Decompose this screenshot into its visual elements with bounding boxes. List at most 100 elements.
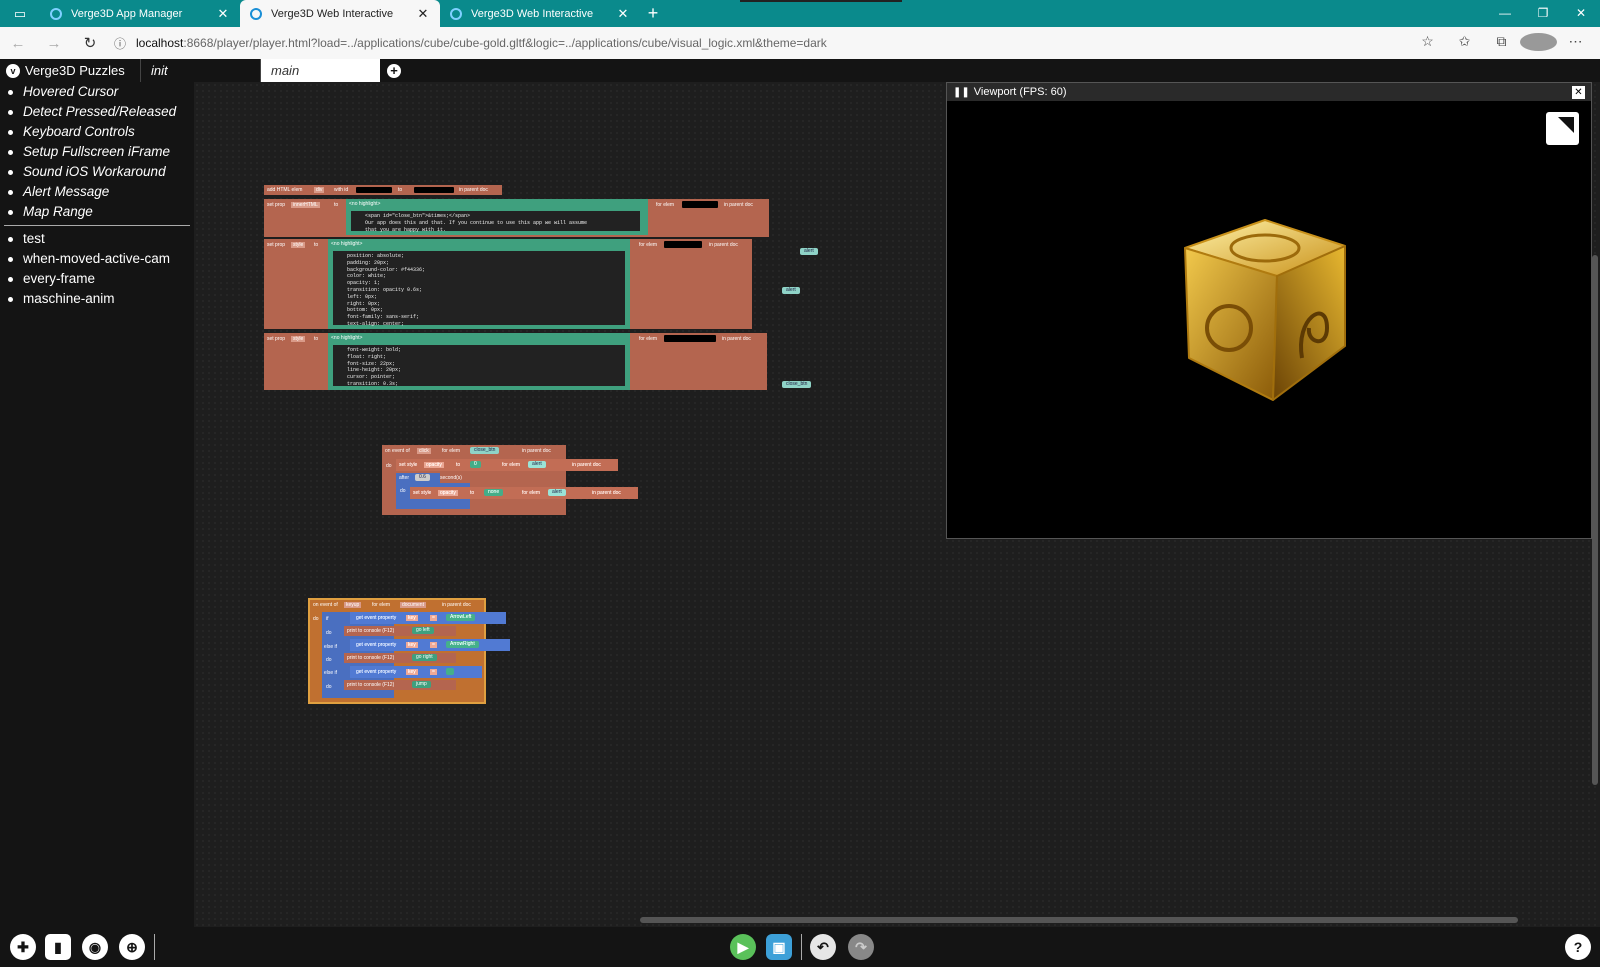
- workspace-tab-main[interactable]: main: [260, 59, 380, 82]
- elem-name-chip[interactable]: alert: [782, 287, 800, 294]
- tab-close-icon[interactable]: ✕: [616, 6, 630, 22]
- seconds-input[interactable]: 0.6: [415, 474, 430, 481]
- procedure-item-every-frame[interactable]: every-frame: [8, 269, 194, 289]
- print-block[interactable]: print to console (F12) go right: [344, 653, 456, 663]
- procedure-item-when-moved[interactable]: when-moved-active-cam: [8, 249, 194, 269]
- tab-actions-icon[interactable]: ▭: [0, 0, 40, 27]
- compare-block[interactable]: get event property key =: [350, 666, 482, 678]
- library-item-detect-pressed[interactable]: Detect Pressed/Released: [8, 102, 194, 122]
- center-workspace-icon[interactable]: ⊕: [119, 934, 145, 960]
- set-style-block[interactable]: set style opacity to none for elem alert…: [410, 487, 638, 499]
- add-workspace-plus-icon[interactable]: +: [387, 63, 401, 78]
- url-field[interactable]: ⓘ localhost:8668/player/player.html?load…: [114, 35, 1409, 52]
- library-item-map-range[interactable]: Map Range: [8, 202, 194, 222]
- set-prop-style-block-2[interactable]: set prop style to <no highlight> font-we…: [264, 333, 767, 390]
- set-prop-style-block[interactable]: set prop style to <no highlight> positio…: [264, 239, 752, 329]
- set-style-block[interactable]: set style opacity to 0 for elem alert in…: [396, 459, 618, 471]
- on-click-event-block[interactable]: on event of click for elem close_btn in …: [382, 445, 638, 515]
- minimize-icon[interactable]: —: [1486, 0, 1524, 27]
- browser-tab-app-manager[interactable]: Verge3D App Manager ✕: [40, 0, 240, 27]
- screenshot-icon[interactable]: ◉: [82, 934, 108, 960]
- workspace-tab-init[interactable]: init: [140, 59, 260, 82]
- elem-name-chip[interactable]: alert: [800, 248, 818, 255]
- prop-dropdown[interactable]: style: [291, 336, 306, 342]
- style-prop-dropdown[interactable]: opacity: [424, 462, 444, 468]
- text-block[interactable]: <no highlight> position: absolute; paddi…: [328, 239, 630, 329]
- elem-name-chip[interactable]: close_btn: [782, 381, 812, 388]
- event-dropdown[interactable]: click: [417, 448, 431, 454]
- library-item-keyboard-controls[interactable]: Keyboard Controls: [8, 122, 194, 142]
- library-item-alert-message[interactable]: Alert Message: [8, 182, 194, 202]
- elem-slot[interactable]: [664, 241, 702, 248]
- html-tag-dropdown[interactable]: div: [314, 187, 325, 193]
- fullscreen-toggle-icon[interactable]: [1546, 112, 1579, 145]
- key-value-chip[interactable]: [446, 668, 454, 675]
- key-dropdown[interactable]: key: [406, 642, 418, 648]
- site-info-icon[interactable]: ⓘ: [114, 35, 136, 52]
- elem-dropdown[interactable]: document: [400, 602, 426, 608]
- event-dropdown[interactable]: keyup: [344, 602, 362, 608]
- pause-icon[interactable]: ❚❚: [953, 87, 970, 98]
- restore-icon[interactable]: ❐: [1524, 0, 1562, 27]
- library-item-sound-ios[interactable]: Sound iOS Workaround: [8, 162, 194, 182]
- save-icon[interactable]: ▣: [766, 934, 792, 960]
- compare-block[interactable]: get event property key = ArrowLeft: [350, 612, 506, 624]
- sidebar-toggle-icon[interactable]: ▮: [45, 934, 71, 960]
- new-tab-plus-icon[interactable]: +: [640, 0, 666, 27]
- browser-tab-web-interactive[interactable]: Verge3D Web Interactive ✕: [440, 0, 640, 27]
- browser-tab-web-interactive-active[interactable]: Verge3D Web Interactive ✕: [240, 0, 440, 27]
- on-keyup-event-block[interactable]: on event of keyup for elem document in p…: [308, 598, 510, 704]
- value-chip[interactable]: none: [484, 489, 504, 496]
- gold-cube-model[interactable]: [1177, 218, 1352, 403]
- style-prop-dropdown[interactable]: opacity: [438, 490, 458, 496]
- print-block[interactable]: print to console (F12) go left: [344, 626, 456, 636]
- forward-arrow-icon[interactable]: →: [36, 35, 72, 52]
- elem-name-chip[interactable]: close_btn: [470, 447, 500, 454]
- add-html-elem-block[interactable]: add HTML elem div with id to in parent d…: [264, 185, 502, 195]
- undo-icon[interactable]: ↶: [810, 934, 836, 960]
- elem-name-chip[interactable]: alert: [528, 461, 546, 468]
- code-editor[interactable]: font-weight: bold; float: right; font-si…: [331, 343, 627, 388]
- procedure-item-test[interactable]: test: [8, 229, 194, 249]
- message-chip[interactable]: jump: [412, 681, 431, 688]
- text-block[interactable]: <no highlight> <span id="close_btn">&tim…: [346, 199, 648, 235]
- tab-close-icon[interactable]: ✕: [416, 6, 430, 22]
- key-value-chip[interactable]: ArrowLeft: [446, 614, 476, 621]
- back-arrow-icon[interactable]: ←: [0, 35, 36, 52]
- eq-dropdown[interactable]: =: [430, 615, 437, 621]
- window-close-icon[interactable]: ✕: [1562, 0, 1600, 27]
- puzzle-library-icon[interactable]: ✚: [10, 934, 36, 960]
- eq-dropdown[interactable]: =: [430, 669, 437, 675]
- add-favorite-icon[interactable]: ☆: [1409, 33, 1446, 54]
- redo-icon[interactable]: ↷: [848, 934, 874, 960]
- help-icon[interactable]: ?: [1565, 934, 1591, 960]
- elem-slot[interactable]: [664, 335, 716, 342]
- message-chip[interactable]: go right: [412, 654, 437, 661]
- code-editor[interactable]: position: absolute; padding: 20px; backg…: [331, 249, 627, 327]
- viewport-close-icon[interactable]: ✕: [1572, 85, 1585, 99]
- key-dropdown[interactable]: key: [406, 669, 418, 675]
- horizontal-scrollbar[interactable]: [640, 917, 1518, 923]
- library-item-setup-fullscreen[interactable]: Setup Fullscreen iFrame: [8, 142, 194, 162]
- tab-close-icon[interactable]: ✕: [216, 6, 230, 22]
- value-chip[interactable]: 0: [470, 461, 481, 468]
- reload-icon[interactable]: ↻: [72, 34, 108, 52]
- prop-dropdown[interactable]: style: [291, 242, 306, 248]
- vertical-scrollbar[interactable]: [1592, 255, 1598, 785]
- message-chip[interactable]: go left: [412, 627, 434, 634]
- key-dropdown[interactable]: key: [406, 615, 418, 621]
- id-input-slot[interactable]: [356, 187, 392, 193]
- compare-block[interactable]: get event property key = ArrowRight: [350, 639, 510, 651]
- favorites-icon[interactable]: ✩: [1446, 33, 1483, 54]
- collections-icon[interactable]: ⧉: [1483, 33, 1520, 54]
- elem-name-chip[interactable]: alert: [548, 489, 566, 496]
- procedure-item-maschine-anim[interactable]: maschine-anim: [8, 289, 194, 309]
- code-editor[interactable]: <span id="close_btn">&times;</span> Our …: [349, 209, 642, 233]
- viewport-header[interactable]: ❚❚ Viewport (FPS: 60) ✕: [947, 83, 1591, 101]
- elem-slot[interactable]: [682, 201, 718, 208]
- prop-dropdown[interactable]: innerHTML: [291, 202, 320, 208]
- parent-input-slot[interactable]: [414, 187, 454, 193]
- eq-dropdown[interactable]: =: [430, 642, 437, 648]
- profile-avatar[interactable]: [1520, 32, 1557, 54]
- more-menu-icon[interactable]: ⋯: [1557, 33, 1594, 54]
